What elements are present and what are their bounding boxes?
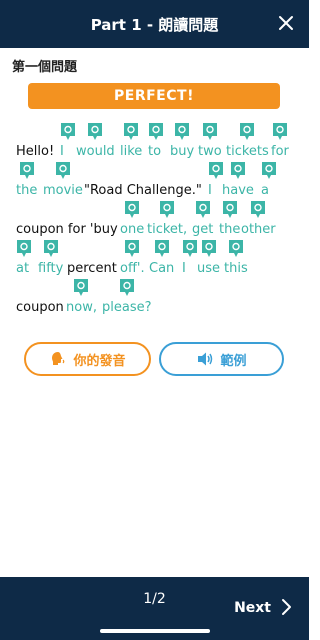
speech-pin-icon[interactable] [272,122,288,142]
speech-pin-icon[interactable] [148,122,164,142]
speech-pin-icon[interactable] [43,239,59,259]
speaking-head-icon [52,352,65,365]
sentence-word[interactable]: a [261,183,269,199]
sentence-word[interactable]: please? [102,300,152,316]
sentence-word[interactable]: at [16,261,29,277]
next-button[interactable]: Next [234,600,271,616]
sentence-word[interactable]: this [224,261,248,277]
sentence-word[interactable]: have [222,183,254,199]
sentence-word[interactable]: get [192,222,213,238]
sentence-word[interactable]: I [208,183,212,199]
speech-pin-icon[interactable] [123,122,139,142]
speech-pin-icon[interactable] [239,122,255,142]
sentence-word[interactable]: to [148,144,161,160]
home-indicator [100,629,210,633]
sentence-word[interactable]: buy [170,144,194,160]
sentence-word: Hello! [16,144,55,159]
sentence-word[interactable]: for [271,144,289,160]
your-voice-button[interactable]: 你的發音 [24,342,151,376]
sentence-word[interactable]: like [120,144,142,160]
sentence-word[interactable]: the [219,222,240,238]
speech-pin-icon[interactable] [230,161,246,181]
speech-pin-icon[interactable] [73,278,89,298]
sentence-word[interactable]: off'. [120,261,145,277]
speech-pin-icon[interactable] [124,239,140,259]
sentence-word[interactable]: one [120,222,144,238]
your-voice-label: 你的發音 [73,353,126,369]
sentence-word[interactable]: the [16,183,37,199]
speech-pin-icon[interactable] [261,161,277,181]
sentence-word[interactable]: use [197,261,220,277]
speech-pin-icon[interactable] [174,122,190,142]
sentence-word[interactable]: now, [66,300,97,316]
sentence-word: coupon for 'buy [16,222,118,237]
speech-pin-icon[interactable] [87,122,103,142]
chevron-right-icon[interactable] [279,598,293,616]
sentence-word[interactable]: fifty [38,261,63,277]
speech-pin-icon[interactable] [222,200,238,220]
speech-pin-icon[interactable] [195,200,211,220]
sentence-word[interactable]: ticket, [147,222,187,238]
speech-pin-icon[interactable] [182,239,198,259]
action-buttons: 你的發音 範例 [24,342,284,376]
sentence-word[interactable]: I [182,261,186,277]
sentence-word[interactable]: other [241,222,276,238]
sentence-word: percent [67,261,117,276]
example-button[interactable]: 範例 [159,342,284,376]
speech-pin-icon[interactable] [60,122,76,142]
sentence-word[interactable]: tickets [226,144,269,160]
speech-pin-icon[interactable] [124,200,140,220]
sentence-word: "Road Challenge." [84,183,202,198]
speech-pin-icon[interactable] [202,122,218,142]
speech-pin-icon[interactable] [201,239,217,259]
speech-pin-icon[interactable] [208,161,224,181]
sentence-word[interactable]: would [76,144,115,160]
sentence-area: Hello! Iwould like to buy two tickets for the mov… [0,0,309,330]
sentence-word[interactable]: Can [149,261,174,277]
sentence-word[interactable]: two [198,144,222,160]
example-label: 範例 [220,353,247,369]
speech-pin-icon[interactable] [16,239,32,259]
speech-pin-icon[interactable] [19,161,35,181]
sentence-word[interactable]: movie [43,183,83,199]
speech-pin-icon[interactable] [228,239,244,259]
speaker-icon [198,352,213,366]
footer-bar: 1/2 Next [0,577,309,640]
speech-pin-icon[interactable] [55,161,71,181]
speech-pin-icon[interactable] [119,278,135,298]
speech-pin-icon[interactable] [154,239,170,259]
speech-pin-icon[interactable] [250,200,266,220]
speech-pin-icon[interactable] [159,200,175,220]
sentence-word[interactable]: I [60,144,64,160]
sentence-word: coupon [16,300,64,315]
